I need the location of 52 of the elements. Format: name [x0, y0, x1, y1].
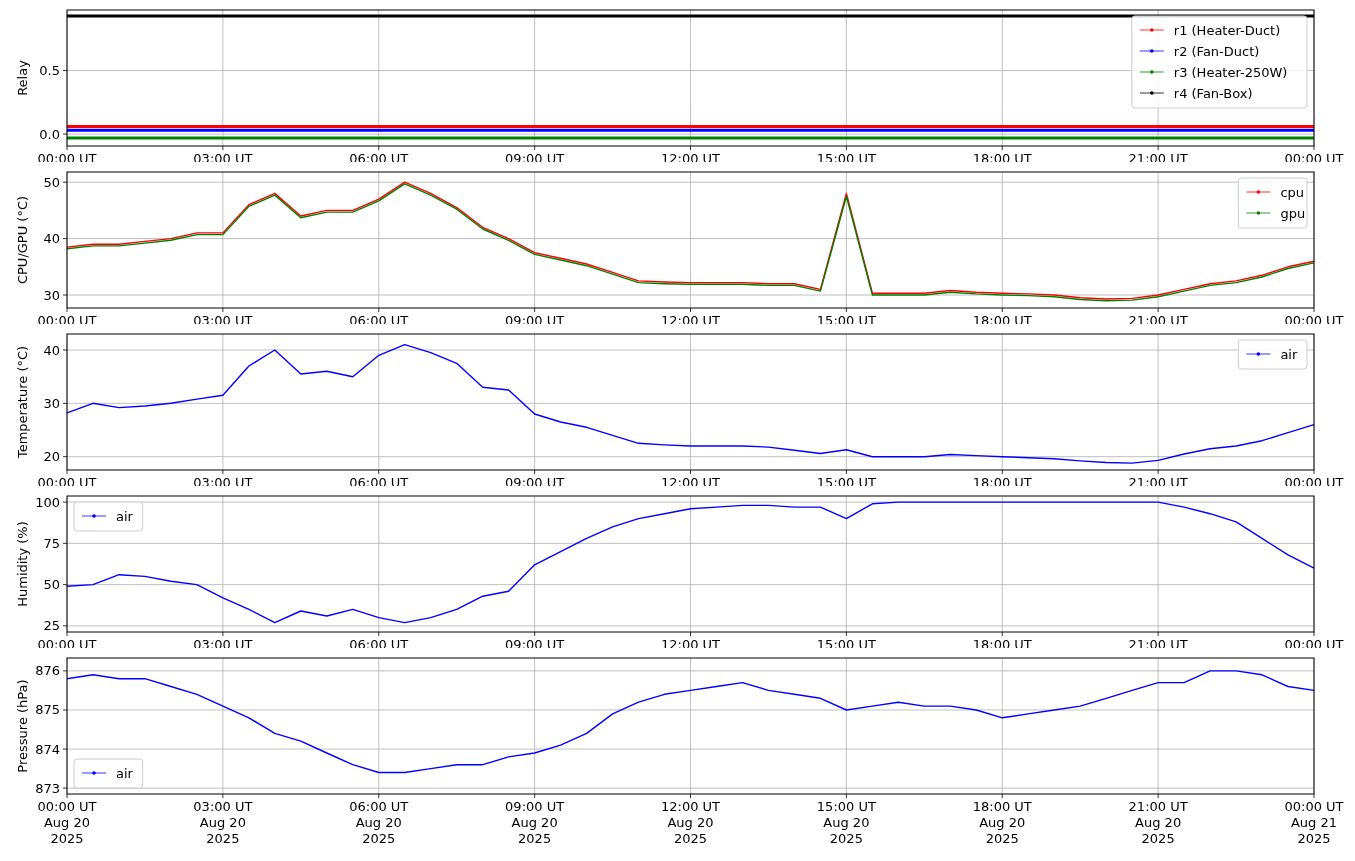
legend-label: r4 (Fan-Box) — [1173, 85, 1253, 101]
axis-title: Pressure (hPa) — [15, 679, 30, 773]
tick-label: 876 — [35, 663, 60, 679]
tick-label: 40 — [43, 342, 60, 358]
tick-label: 875 — [35, 702, 60, 718]
tick-label: 03:00 UT Aug 20 2025 — [193, 799, 253, 846]
tick-label: 06:00 UT Aug 20 2025 — [349, 799, 409, 846]
tick-label: 30 — [43, 287, 60, 303]
legend-label: air — [116, 508, 133, 524]
legend-marker-icon — [1139, 91, 1165, 95]
legend-label: r3 (Heater-250W) — [1173, 64, 1288, 80]
tick-label: 12:00 UT Aug 20 2025 — [660, 799, 721, 846]
legend-box — [73, 758, 144, 789]
legend-label: r2 (Fan-Duct) — [1173, 43, 1260, 59]
tick-label: 21:00 UT Aug 20 2025 — [1128, 799, 1188, 846]
axis-title: Relay — [15, 60, 30, 96]
legend-label: cpu — [1280, 184, 1305, 200]
legend-marker-icon — [1246, 190, 1271, 194]
tick-label: 20 — [43, 449, 60, 465]
axis-title: CPU/GPU (°C) — [15, 195, 30, 285]
legend-marker-icon — [1139, 28, 1165, 32]
tick-label: 100 — [35, 494, 60, 510]
tick-label: 0.5 — [39, 63, 60, 79]
legend-label: gpu — [1280, 205, 1306, 221]
tick-label: 00:00 UT Aug 20 2025 — [37, 799, 97, 846]
tick-label: 75 — [43, 535, 60, 551]
legend-marker-icon — [1139, 49, 1165, 53]
legend-label: air — [116, 765, 133, 781]
tick-label: 0.0 — [39, 126, 60, 142]
axis-title: Humidity (%) — [15, 521, 30, 607]
legend-label: r1 (Heater-Duct) — [1173, 22, 1281, 38]
tick-label: 873 — [35, 780, 60, 796]
legend-marker-icon — [1246, 352, 1271, 356]
tick-label: 50 — [43, 174, 60, 190]
tick-label: 15:00 UT Aug 20 2025 — [816, 799, 876, 846]
legend-label: air — [1280, 346, 1298, 362]
tick-label: 40 — [43, 231, 60, 247]
tick-label: 25 — [43, 618, 60, 634]
tick-label: 09:00 UT Aug 20 2025 — [505, 799, 565, 846]
legend-box — [73, 501, 144, 532]
tick-label: 874 — [35, 741, 60, 757]
legend-marker-icon — [81, 514, 107, 518]
legend-marker-icon — [1139, 70, 1165, 74]
tick-label: 30 — [43, 395, 60, 411]
tick-label: 00:00 UT Aug 21 2025 — [1284, 799, 1344, 846]
tick-label: 50 — [43, 577, 60, 593]
legend-marker-icon — [1246, 211, 1271, 215]
axis-title: Temperature (°C) — [15, 345, 30, 459]
legend-box — [1237, 177, 1308, 229]
tick-label: 18:00 UT Aug 20 2025 — [972, 799, 1032, 846]
legend-marker-icon — [81, 771, 107, 775]
legend-box — [1237, 339, 1308, 370]
